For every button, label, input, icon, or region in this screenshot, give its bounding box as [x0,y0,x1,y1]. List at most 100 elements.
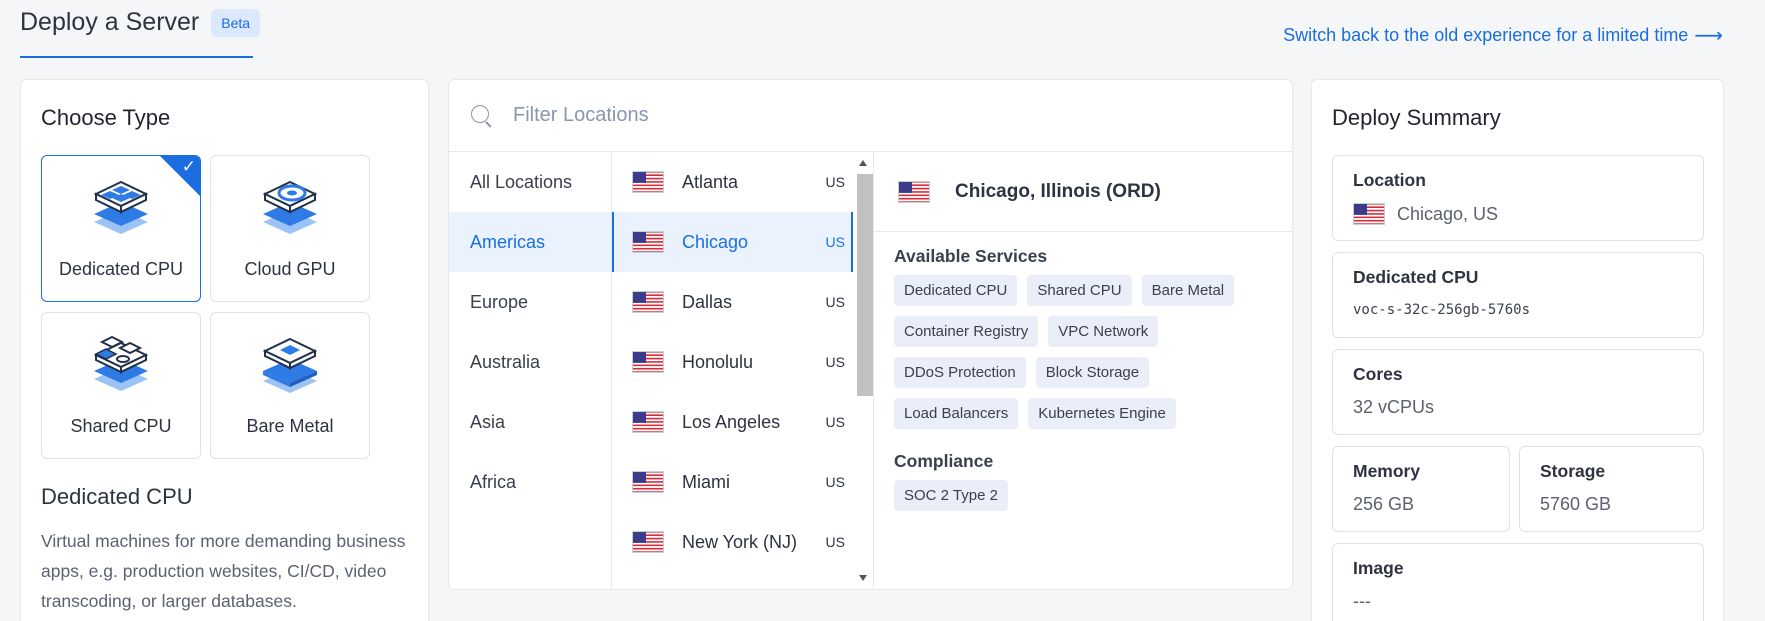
compliance-title: Compliance [894,451,994,471]
country-code: US [825,354,845,370]
service-tag: Load Balancers [894,398,1019,429]
city-item-atlanta[interactable]: Atlanta US [612,152,873,212]
city-item-miami[interactable]: Miami US [612,452,873,512]
city-item-honolulu[interactable]: Honolulu US [612,332,873,392]
city-item-dallas[interactable]: Dallas US [612,272,873,332]
region-list: All Locations Americas Europe Australia … [449,152,612,589]
city-name: Honolulu [682,351,754,372]
summary-memory-box: Memory 256 GB [1332,446,1510,532]
country-code: US [825,234,845,250]
deploy-summary-card: Deploy Summary Location Chicago, US Dedi… [1311,79,1724,621]
region-item-australia[interactable]: Australia [449,332,611,392]
region-item-europe[interactable]: Europe [449,272,611,332]
country-code: US [825,534,845,550]
summary-storage-box: Storage 5760 GB [1519,446,1704,532]
switch-old-experience-link[interactable]: Switch back to the old experience for a … [1283,23,1723,48]
city-item-los-angeles[interactable]: Los Angeles US [612,392,873,452]
city-name: Chicago [682,231,749,252]
beta-badge: Beta [211,8,261,37]
choose-type-card: Choose Type Dedicated CPU ✓ Cloud GPU Sh… [20,79,429,621]
tile-label: Cloud GPU [244,259,336,279]
search-icon [471,104,493,127]
compliance-tags: SOC 2 Type 2 [874,480,1292,511]
available-services-title: Available Services [894,246,1048,266]
us-flag-icon [632,291,664,313]
service-tag: Bare Metal [1141,275,1235,306]
arrow-right-icon: ⟶ [1694,25,1723,47]
city-name: Dallas [682,291,733,312]
city-name: Los Angeles [682,411,781,432]
scroll-up-arrow-icon[interactable] [859,160,867,166]
summary-label: Dedicated CPU [1353,267,1479,287]
type-tile-bare-metal[interactable]: Bare Metal [210,312,370,459]
city-item-new-york-nj[interactable]: New York (NJ) US [612,512,873,572]
country-code: US [825,174,845,190]
us-flag-icon [632,411,664,433]
us-flag-icon [632,531,664,553]
shared-cpu-icon [93,335,149,391]
summary-label: Cores [1353,364,1403,384]
scroll-down-arrow-icon[interactable] [859,575,867,581]
tile-label: Shared CPU [70,416,172,436]
region-item-asia[interactable]: Asia [449,392,611,452]
type-description: Virtual machines for more demanding busi… [41,531,406,611]
location-search-row [449,80,1292,152]
city-name: Miami [682,471,730,492]
summary-plan-box: Dedicated CPU voc-s-32c-256gb-5760s [1332,252,1704,338]
service-tag: Container Registry [894,316,1039,347]
city-name: Atlanta [682,171,739,192]
country-code: US [825,294,845,310]
switch-link-text: Switch back to the old experience for a … [1283,25,1689,45]
summary-label: Storage [1540,461,1606,481]
summary-label: Image [1353,558,1404,578]
region-item-all-locations[interactable]: All Locations [449,152,611,212]
summary-location-value: Chicago, US [1353,203,1683,225]
city-name: New York (NJ) [682,531,798,552]
dedicated-cpu-icon [93,180,149,234]
region-item-africa[interactable]: Africa [449,452,611,512]
us-flag-icon [1353,203,1385,225]
compliance-tag: SOC 2 Type 2 [894,480,1008,511]
country-code: US [825,414,845,430]
page-title: Deploy a Server Beta [20,8,261,37]
us-flag-icon [632,471,664,493]
service-tag: Kubernetes Engine [1028,398,1176,429]
plan-slug-value: voc-s-32c-256gb-5760s [1353,302,1531,318]
us-flag-icon [898,180,930,203]
summary-image-box: Image --- [1332,543,1704,621]
cores-value: 32 vCPUs [1353,397,1435,417]
location-detail-pane: Chicago, Illinois (ORD) Available Servic… [874,152,1292,589]
city-item-chicago[interactable]: Chicago US [612,212,873,272]
region-item-americas[interactable]: Americas [449,212,611,272]
deploy-summary-heading: Deploy Summary [1332,105,1501,130]
summary-location-box: Location Chicago, US [1332,155,1704,241]
us-flag-icon [632,351,664,373]
selected-location-header: Chicago, Illinois (ORD) [874,152,1292,232]
tile-label: Dedicated CPU [58,259,184,279]
summary-label: Location [1353,170,1426,190]
us-flag-icon [632,171,664,193]
type-description-title: Dedicated CPU [41,484,193,509]
bare-metal-icon [262,337,318,393]
tile-label: Bare Metal [246,416,334,436]
checkmark-icon: ✓ [181,157,196,176]
type-tile-dedicated-cpu[interactable]: Dedicated CPU ✓ [41,155,201,302]
city-list: Atlanta US Chicago US Dallas US Honolulu… [612,152,874,589]
cloud-gpu-icon [262,180,318,234]
title-underline [20,56,253,58]
service-tag: Shared CPU [1027,275,1132,306]
filter-locations-input[interactable] [513,104,1113,127]
choose-type-heading: Choose Type [41,105,171,130]
locations-card: All Locations Americas Europe Australia … [448,79,1293,590]
services-tags: Dedicated CPU Shared CPU Bare Metal Cont… [874,275,1292,429]
summary-label: Memory [1353,461,1421,481]
type-tile-cloud-gpu[interactable]: Cloud GPU [210,155,370,302]
city-list-scrollbar[interactable] [853,152,873,589]
service-tag: Block Storage [1035,357,1150,388]
scroll-thumb[interactable] [857,174,873,396]
type-tile-shared-cpu[interactable]: Shared CPU [41,312,201,459]
service-tag: VPC Network [1048,316,1159,347]
service-tag: DDoS Protection [894,357,1026,388]
image-value: --- [1353,591,1371,611]
us-flag-icon [632,231,664,253]
